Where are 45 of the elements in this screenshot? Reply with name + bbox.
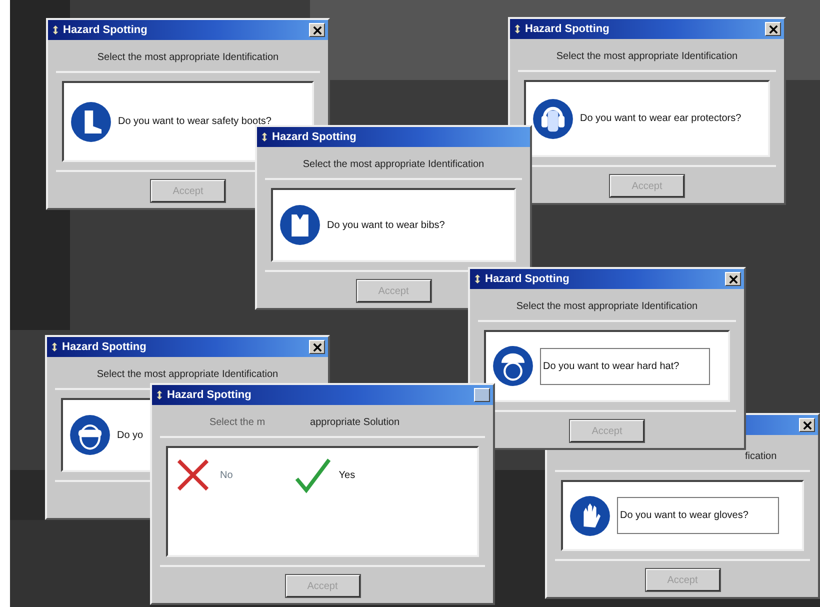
window-title: Hazard Spotting (485, 273, 570, 285)
prompt-text: Select the most appropriate Identification (516, 301, 698, 312)
close-button[interactable] (799, 418, 815, 432)
prompt-text: appropriate Solution (310, 417, 400, 428)
close-icon (728, 274, 738, 284)
window-title: Hazard Spotting (62, 341, 146, 353)
prompt-text: Select the most appropriate Identification (96, 369, 278, 380)
question-text: Do you want to wear gloves? (617, 497, 780, 534)
close-button[interactable] (309, 23, 325, 37)
app-icon (50, 341, 59, 353)
check-icon[interactable] (292, 456, 331, 494)
option-label[interactable]: Yes (338, 470, 356, 480)
prompt-text: Select the most appropriate Identification (97, 52, 279, 63)
question-text: Do you want to wear ear protectors? (580, 113, 742, 124)
close-button[interactable] (725, 272, 741, 286)
question-text: Do you want to wear safety boots? (118, 116, 272, 127)
prompt-text: Select the m (209, 417, 266, 428)
window-title: Hazard Spotting (525, 23, 610, 35)
app-icon (155, 389, 164, 401)
window-title: Hazard Spotting (272, 131, 356, 143)
close-button[interactable] (765, 22, 781, 36)
goggles-icon (69, 414, 111, 456)
window-title: Hazard Spotting (167, 389, 252, 401)
vest-icon (279, 204, 321, 246)
glove-icon (569, 494, 611, 536)
boot-icon (70, 100, 112, 142)
close-button[interactable] (309, 340, 325, 354)
prompt-text: Select the most appropriate Identification (556, 51, 738, 62)
window-title: Hazard Spotting (63, 24, 148, 36)
prompt-text: fication (745, 451, 777, 462)
question-text: Do you want to wear hard hat? (540, 348, 710, 384)
close-icon (312, 342, 322, 352)
app-icon (51, 24, 60, 36)
option-label[interactable]: No (220, 470, 233, 480)
app-icon (473, 273, 482, 285)
app-icon (260, 131, 269, 143)
close-icon (312, 26, 322, 34)
question-text: Do you want to wear bibs? (327, 220, 445, 230)
close-icon (802, 420, 812, 430)
hat-icon (492, 345, 534, 387)
prompt-text: Select the most appropriate Identification (302, 159, 484, 170)
app-icon (513, 23, 522, 35)
ear-icon (532, 98, 574, 140)
close-icon (768, 24, 778, 34)
question-text: Do yo (117, 430, 144, 440)
